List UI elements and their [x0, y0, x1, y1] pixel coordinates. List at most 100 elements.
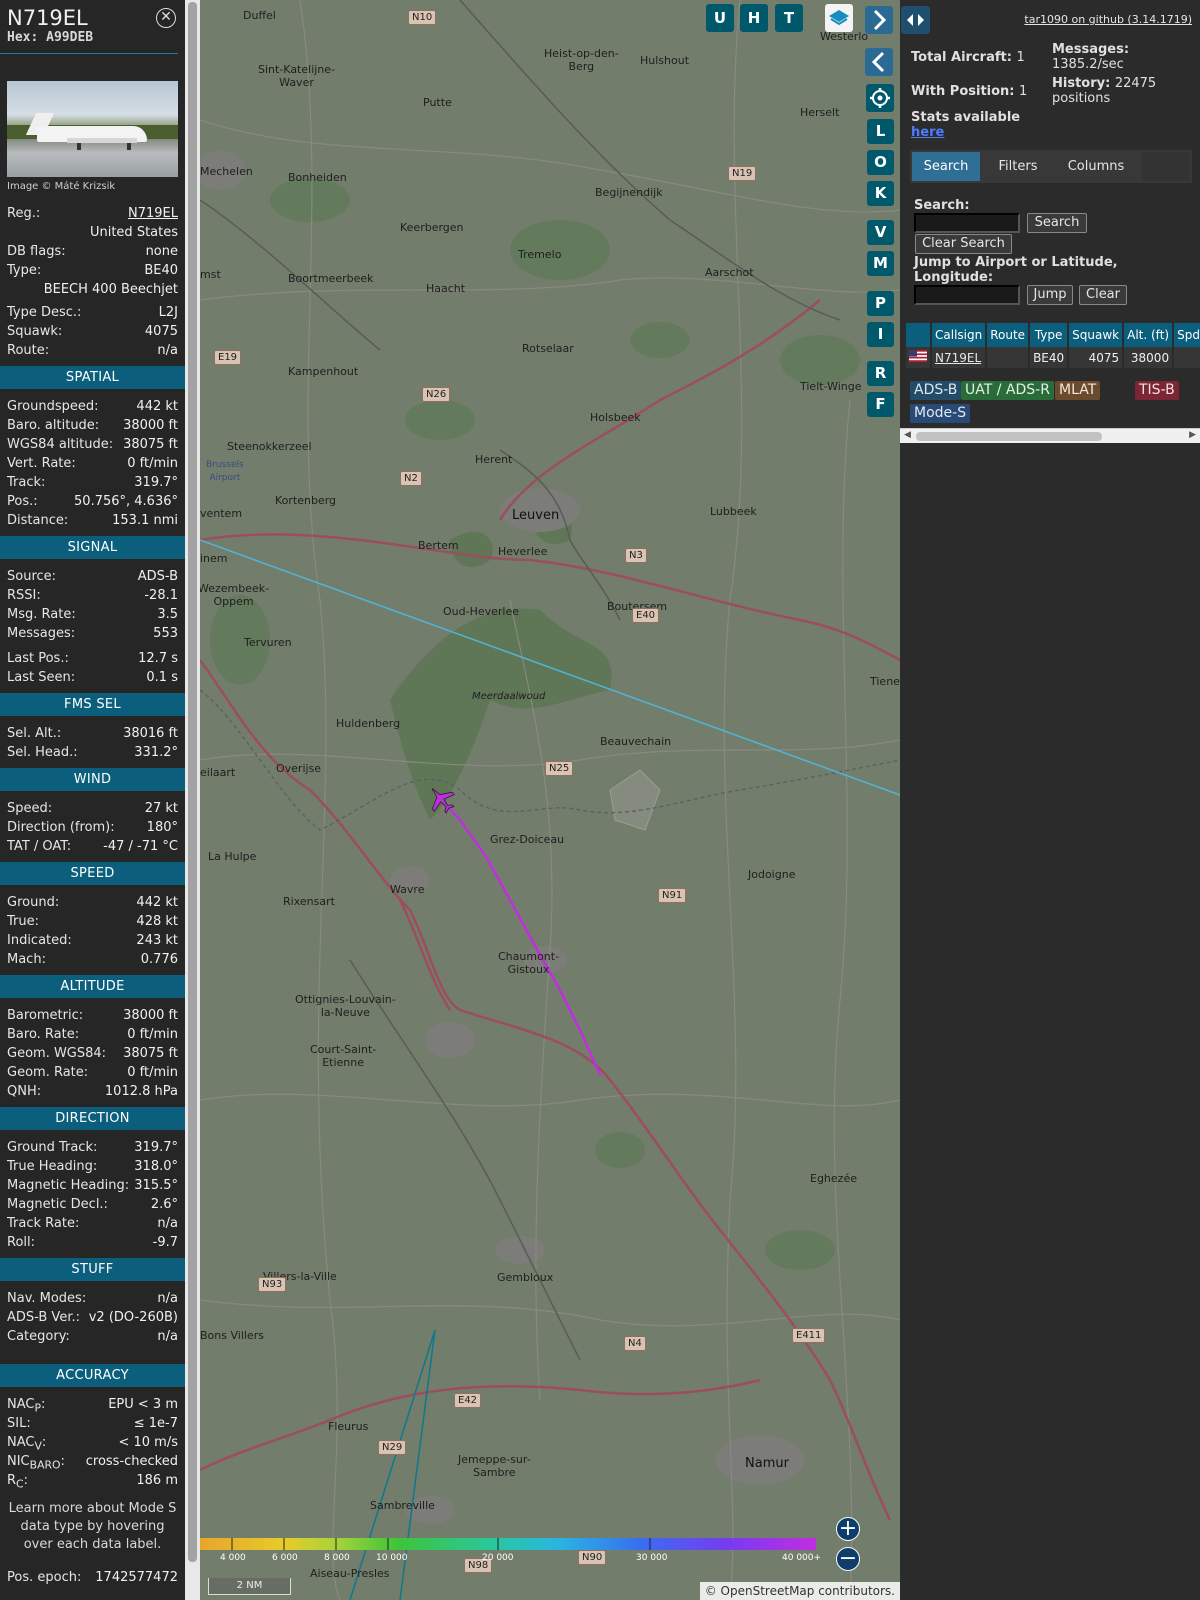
detail-label[interactable]: Geom. WGS84:: [7, 1044, 106, 1063]
detail-label[interactable]: Mach:: [7, 950, 46, 969]
detail-label[interactable]: ADS-B Ver.:: [7, 1308, 80, 1327]
detail-label[interactable]: Geom. Rate:: [7, 1063, 88, 1082]
col-route[interactable]: Route: [986, 323, 1031, 347]
detail-row: RSSI: -28.1: [7, 586, 178, 605]
detail-label[interactable]: Direction (from):: [7, 818, 115, 837]
detail-label[interactable]: Source:: [7, 567, 56, 586]
detail-label[interactable]: NACP:: [7, 1395, 45, 1415]
zoom-in-icon[interactable]: +: [836, 1517, 860, 1541]
settings-gear-icon[interactable]: [866, 84, 894, 112]
detail-label[interactable]: Nav. Modes:: [7, 1289, 86, 1308]
detail-label[interactable]: NACV:: [7, 1433, 46, 1453]
detail-label[interactable]: NICBARO:: [7, 1452, 65, 1472]
map-place-label: Bonheiden: [288, 171, 347, 184]
detail-label[interactable]: Pos.:: [7, 492, 38, 511]
col-flag[interactable]: [906, 323, 932, 347]
tab-filters[interactable]: Filters: [984, 152, 1052, 181]
detail-label[interactable]: RSSI:: [7, 586, 41, 605]
collapse-left-icon[interactable]: [865, 48, 893, 76]
map-button-i[interactable]: I: [867, 322, 894, 347]
map-button-k[interactable]: K: [867, 181, 894, 206]
col-callsign[interactable]: Callsign: [931, 323, 988, 347]
search-button[interactable]: Search: [1027, 213, 1087, 233]
map-place-label: eilaart: [200, 766, 236, 779]
detail-label[interactable]: Baro. altitude:: [7, 416, 99, 435]
map-button-t[interactable]: T: [775, 4, 803, 32]
table-row[interactable]: N719EL BE40 4075 38000: [906, 347, 1200, 368]
detail-label[interactable]: Sel. Alt.:: [7, 724, 61, 743]
map-attribution[interactable]: © OpenStreetMap contributors.: [699, 1582, 900, 1600]
toggle-panels-icon[interactable]: [901, 6, 930, 34]
detail-value: 2.6°: [150, 1197, 178, 1212]
map-button-h[interactable]: H: [740, 4, 768, 32]
map-button-v[interactable]: V: [867, 220, 894, 245]
detail-label[interactable]: Msg. Rate:: [7, 605, 76, 624]
col-altitude[interactable]: Alt. (ft): [1123, 323, 1175, 347]
clear-button[interactable]: Clear: [1079, 285, 1127, 305]
detail-label[interactable]: Last Seen:: [7, 668, 75, 687]
detail-label[interactable]: Track Rate:: [7, 1214, 79, 1233]
detail-label[interactable]: Distance:: [7, 511, 68, 530]
detail-label[interactable]: Ground:: [7, 893, 59, 912]
map-button-l[interactable]: L: [867, 119, 894, 144]
registration-link[interactable]: N719EL: [128, 204, 178, 223]
detail-label[interactable]: Magnetic Heading:: [7, 1176, 129, 1195]
tab-search[interactable]: Search: [912, 152, 980, 181]
map-view[interactable]: Duffel Heist-op-den- Berg Hulshout Sint-Kat…: [200, 0, 900, 1600]
detail-row: Baro. Rate: 0 ft/min: [7, 1025, 178, 1044]
github-link[interactable]: tar1090 on github (3.14.1719): [1024, 13, 1192, 26]
detail-label[interactable]: Category:: [7, 1327, 70, 1346]
cell-callsign[interactable]: N719EL: [931, 347, 988, 368]
jump-button[interactable]: Jump: [1027, 285, 1073, 305]
map-button-f[interactable]: F: [867, 392, 894, 417]
close-icon[interactable]: ✕: [156, 8, 176, 28]
col-squawk[interactable]: Squawk: [1068, 323, 1125, 347]
clear-search-button[interactable]: Clear Search: [915, 234, 1012, 254]
detail-row: NACV: < 10 m/s: [7, 1433, 178, 1453]
map-place-label: Heverlee: [498, 545, 548, 558]
tab-columns[interactable]: Columns: [1056, 152, 1136, 181]
map-button-r[interactable]: R: [867, 361, 894, 386]
detail-label[interactable]: Messages:: [7, 624, 75, 643]
map-button-u[interactable]: U: [706, 4, 734, 32]
detail-label[interactable]: True:: [7, 912, 39, 931]
table-horizontal-scrollbar[interactable]: ◀ ▶: [900, 428, 1200, 443]
map-button-m[interactable]: M: [867, 251, 894, 276]
expand-right-icon[interactable]: [865, 6, 893, 34]
detail-label[interactable]: Magnetic Decl.:: [7, 1195, 108, 1214]
aircraft-photo[interactable]: [7, 81, 178, 177]
detail-label[interactable]: QNH:: [7, 1082, 41, 1101]
road-shield: N2: [400, 471, 422, 486]
detail-label[interactable]: TAT / OAT:: [7, 837, 71, 856]
detail-label[interactable]: Last Pos.:: [7, 649, 69, 668]
detail-label[interactable]: SIL:: [7, 1414, 31, 1433]
detail-label[interactable]: WGS84 altitude:: [7, 435, 113, 454]
section-header-speed: SPEED: [0, 862, 185, 885]
detail-label[interactable]: Indicated:: [7, 931, 72, 950]
detail-label[interactable]: RC:: [7, 1471, 28, 1491]
road-shield: E40: [632, 608, 660, 623]
detail-label[interactable]: Track:: [7, 473, 45, 492]
detail-label[interactable]: Roll:: [7, 1233, 35, 1252]
detail-value: 553: [153, 626, 178, 641]
col-speed[interactable]: Spd.: [1173, 323, 1200, 347]
detail-row: Roll: -9.7: [7, 1233, 178, 1252]
layers-icon[interactable]: [825, 4, 853, 32]
info-value: L2J: [158, 305, 178, 320]
detail-label[interactable]: Barometric:: [7, 1006, 83, 1025]
detail-label[interactable]: Ground Track:: [7, 1138, 97, 1157]
zoom-out-icon[interactable]: −: [836, 1547, 860, 1571]
detail-label[interactable]: True Heading:: [7, 1157, 97, 1176]
jump-input[interactable]: [914, 285, 1020, 305]
stats-here-link[interactable]: here: [911, 125, 944, 140]
info-panel-scrollbar[interactable]: [185, 0, 200, 1600]
detail-label[interactable]: Groundspeed:: [7, 397, 98, 416]
map-button-p[interactable]: P: [867, 291, 894, 316]
detail-label[interactable]: Baro. Rate:: [7, 1025, 79, 1044]
col-type[interactable]: Type: [1029, 323, 1070, 347]
detail-label[interactable]: Vert. Rate:: [7, 454, 76, 473]
detail-label[interactable]: Speed:: [7, 799, 52, 818]
search-input[interactable]: [914, 213, 1020, 233]
map-button-o[interactable]: O: [867, 150, 894, 175]
detail-label[interactable]: Sel. Head.:: [7, 743, 78, 762]
